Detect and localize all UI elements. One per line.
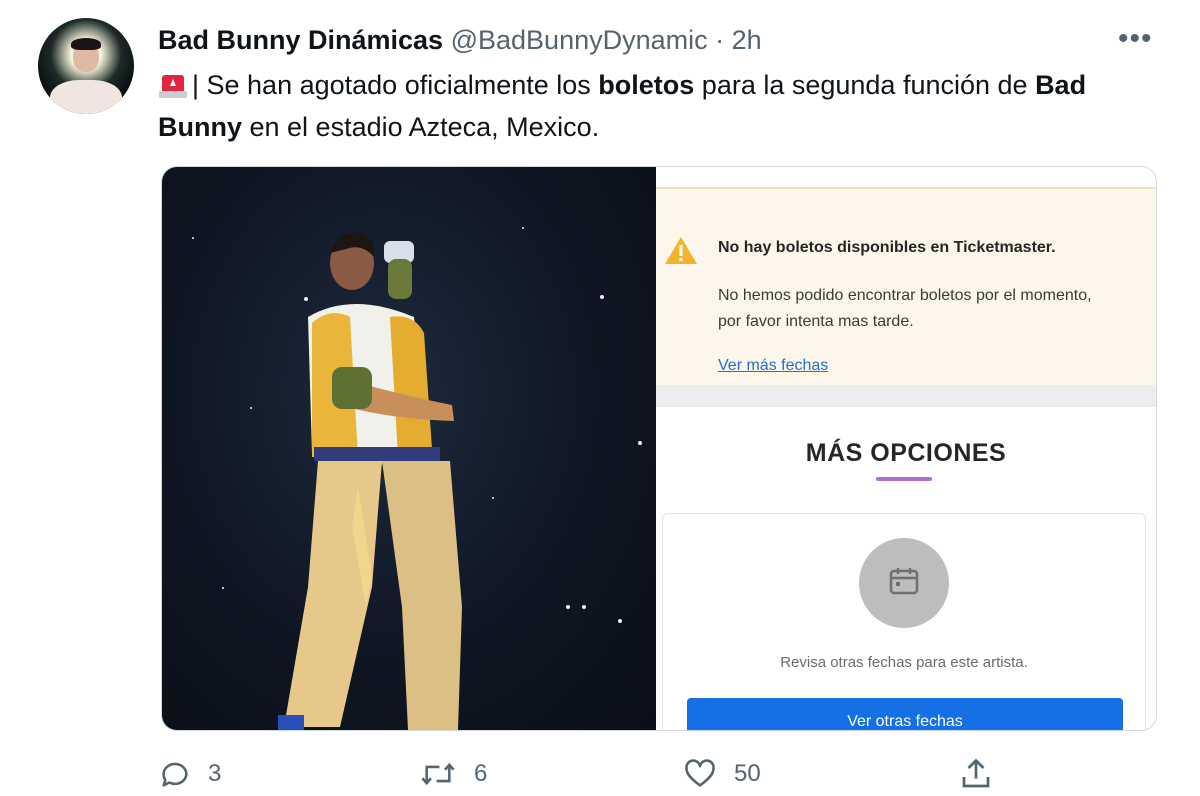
other-dates-card: Revisa otras fechas para este artista. V… [662,513,1146,730]
more-options-button[interactable]: ••• [1118,24,1153,54]
reply-icon [162,762,188,787]
retweet-icon [421,762,455,786]
avatar-body [50,80,122,114]
heading-underline [876,477,932,481]
tweet-media[interactable]: No hay boletos disponibles en Ticketmast… [161,166,1157,731]
like-count: 50 [734,760,761,787]
warning-title: No hay boletos disponibles en Ticketmast… [718,239,1056,256]
avatar[interactable] [38,18,134,114]
share-action[interactable] [958,752,994,796]
tweet-text-part: en el estadio Azteca, Mexico. [242,112,600,142]
tweet-time[interactable]: 2h [732,25,762,55]
more-dates-link[interactable]: Ver más fechas [718,357,828,375]
tweet-text-part: | Se han agotado oficialmente los [192,70,599,100]
tweet-actions: 3 6 50 [158,752,1168,796]
warning-body: No hemos podido encontrar boletos por el… [718,287,1092,330]
siren-emoji [159,75,187,98]
calendar-badge [859,538,949,628]
warning-banner: No hay boletos disponibles en Ticketmast… [656,187,1156,387]
like-icon [685,759,715,787]
share-icon [962,758,990,788]
retweet-action[interactable]: 6 [418,752,487,796]
ticketmaster-screenshot[interactable]: No hay boletos disponibles en Ticketmast… [656,167,1156,730]
tweet[interactable]: Bad Bunny Dinámicas @BadBunnyDynamic · 2… [0,0,1200,796]
calendar-icon [889,568,919,595]
card-description: Revisa otras fechas para este artista. [780,654,1028,671]
tweet-bold-boletos: boletos [598,70,695,100]
avatar-hair [71,38,101,50]
author-handle[interactable]: @BadBunnyDynamic [451,25,708,55]
tweet-header: Bad Bunny Dinámicas @BadBunnyDynamic · 2… [158,24,762,56]
concert-photo[interactable] [162,167,656,730]
tweet-text-part: para la segunda función de [694,70,1036,100]
like-action[interactable]: 50 [682,752,761,796]
reply-count: 3 [208,760,222,787]
retweet-count: 6 [474,760,488,787]
section-divider [656,385,1156,407]
tweet-text: | Se han agotado oficialmente los boleto… [158,64,1168,148]
other-dates-button[interactable]: Ver otras fechas [687,698,1123,730]
performer-figure [278,232,462,730]
warning-icon [665,237,697,264]
more-options-heading: MÁS OPCIONES [805,439,1007,467]
separator-dot: · [715,25,725,55]
reply-action[interactable]: 3 [158,752,221,796]
author-name[interactable]: Bad Bunny Dinámicas [158,25,443,55]
